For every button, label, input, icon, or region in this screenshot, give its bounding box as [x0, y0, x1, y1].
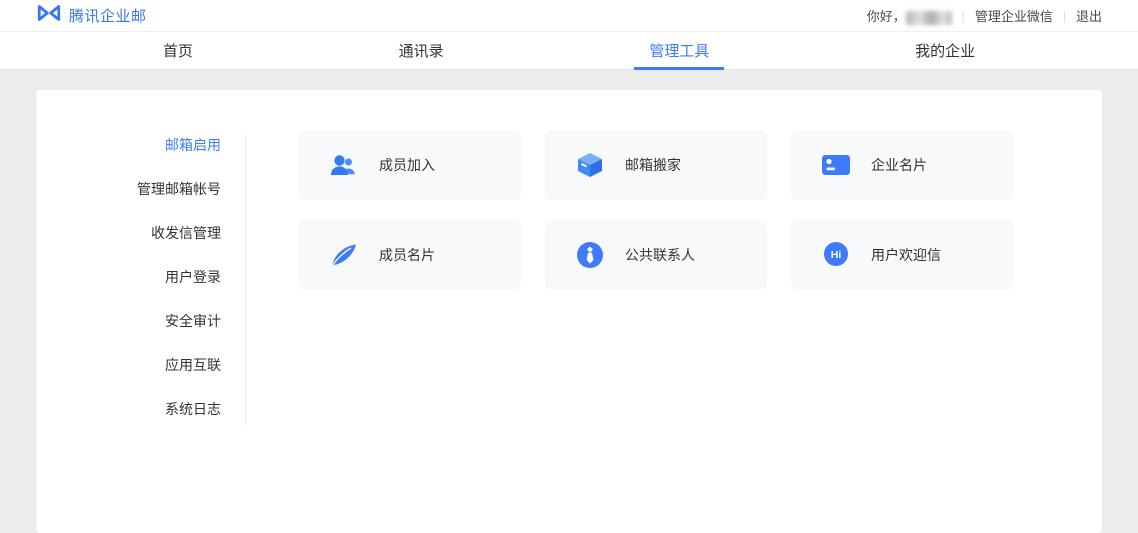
- exmail-logo-icon: [36, 2, 62, 29]
- member-card-icon: [329, 240, 359, 270]
- company-card-icon: [821, 150, 851, 180]
- sidebar: 邮箱启用 管理邮箱帐号 收发信管理 用户登录 安全审计 应用互联 系统日志: [36, 90, 246, 533]
- public-contacts-icon: [575, 240, 605, 270]
- admin-tools-panel: 邮箱启用 管理邮箱帐号 收发信管理 用户登录 安全审计 应用互联 系统日志: [36, 90, 1102, 533]
- logout-link[interactable]: 退出: [1076, 6, 1102, 25]
- card-members-join[interactable]: 成员加入: [299, 130, 521, 200]
- user-name-blurred: [906, 11, 952, 25]
- card-label: 成员加入: [379, 155, 435, 175]
- card-mailbox-migrate[interactable]: 邮箱搬家: [545, 130, 767, 200]
- card-welcome-letter[interactable]: Hi 用户欢迎信: [791, 220, 1013, 290]
- user-area: 你好， | 管理企业微信 | 退出: [867, 6, 1102, 25]
- brand-logo[interactable]: 腾讯企业邮: [36, 2, 147, 29]
- topbar: 腾讯企业邮 你好， | 管理企业微信 | 退出: [0, 0, 1138, 32]
- divider: |: [1063, 9, 1066, 23]
- divider: |: [962, 9, 965, 23]
- card-label: 企业名片: [871, 155, 927, 175]
- mailbox-migrate-icon: [575, 150, 605, 180]
- sidebar-item-app-connect[interactable]: 应用互联: [36, 355, 245, 375]
- sidebar-item-send-receive[interactable]: 收发信管理: [36, 223, 245, 243]
- content-area: 邮箱启用 管理邮箱帐号 收发信管理 用户登录 安全审计 应用互联 系统日志: [0, 70, 1138, 533]
- sidebar-item-manage-accounts[interactable]: 管理邮箱帐号: [36, 179, 245, 199]
- welcome-letter-icon: Hi: [821, 240, 851, 270]
- tab-contacts[interactable]: 通讯录: [387, 32, 456, 69]
- card-member-card[interactable]: 成员名片: [299, 220, 521, 290]
- brand-name: 腾讯企业邮: [69, 5, 147, 26]
- card-public-contacts[interactable]: 公共联系人: [545, 220, 767, 290]
- tab-admin-tools[interactable]: 管理工具: [637, 32, 721, 69]
- sidebar-item-system-log[interactable]: 系统日志: [36, 399, 245, 419]
- svg-text:Hi: Hi: [831, 249, 842, 261]
- card-label: 公共联系人: [625, 245, 695, 265]
- tab-home[interactable]: 首页: [151, 32, 205, 69]
- tab-my-company[interactable]: 我的企业: [903, 32, 987, 69]
- active-tab-underline: [634, 67, 724, 70]
- sidebar-item-security-audit[interactable]: 安全审计: [36, 311, 245, 331]
- tool-cards-grid: 成员加入 邮箱搬家: [246, 90, 1013, 533]
- members-join-icon: [329, 150, 359, 180]
- sidebar-item-mailbox-enable[interactable]: 邮箱启用: [36, 135, 245, 155]
- manage-wecom-link[interactable]: 管理企业微信: [975, 6, 1053, 25]
- card-label: 用户欢迎信: [871, 245, 941, 265]
- card-label: 成员名片: [379, 245, 435, 265]
- sidebar-item-user-login[interactable]: 用户登录: [36, 267, 245, 287]
- card-company-card[interactable]: 企业名片: [791, 130, 1013, 200]
- card-label: 邮箱搬家: [625, 155, 681, 175]
- main-nav: 首页 通讯录 管理工具 我的企业: [0, 32, 1138, 70]
- greeting-text: 你好，: [867, 6, 952, 25]
